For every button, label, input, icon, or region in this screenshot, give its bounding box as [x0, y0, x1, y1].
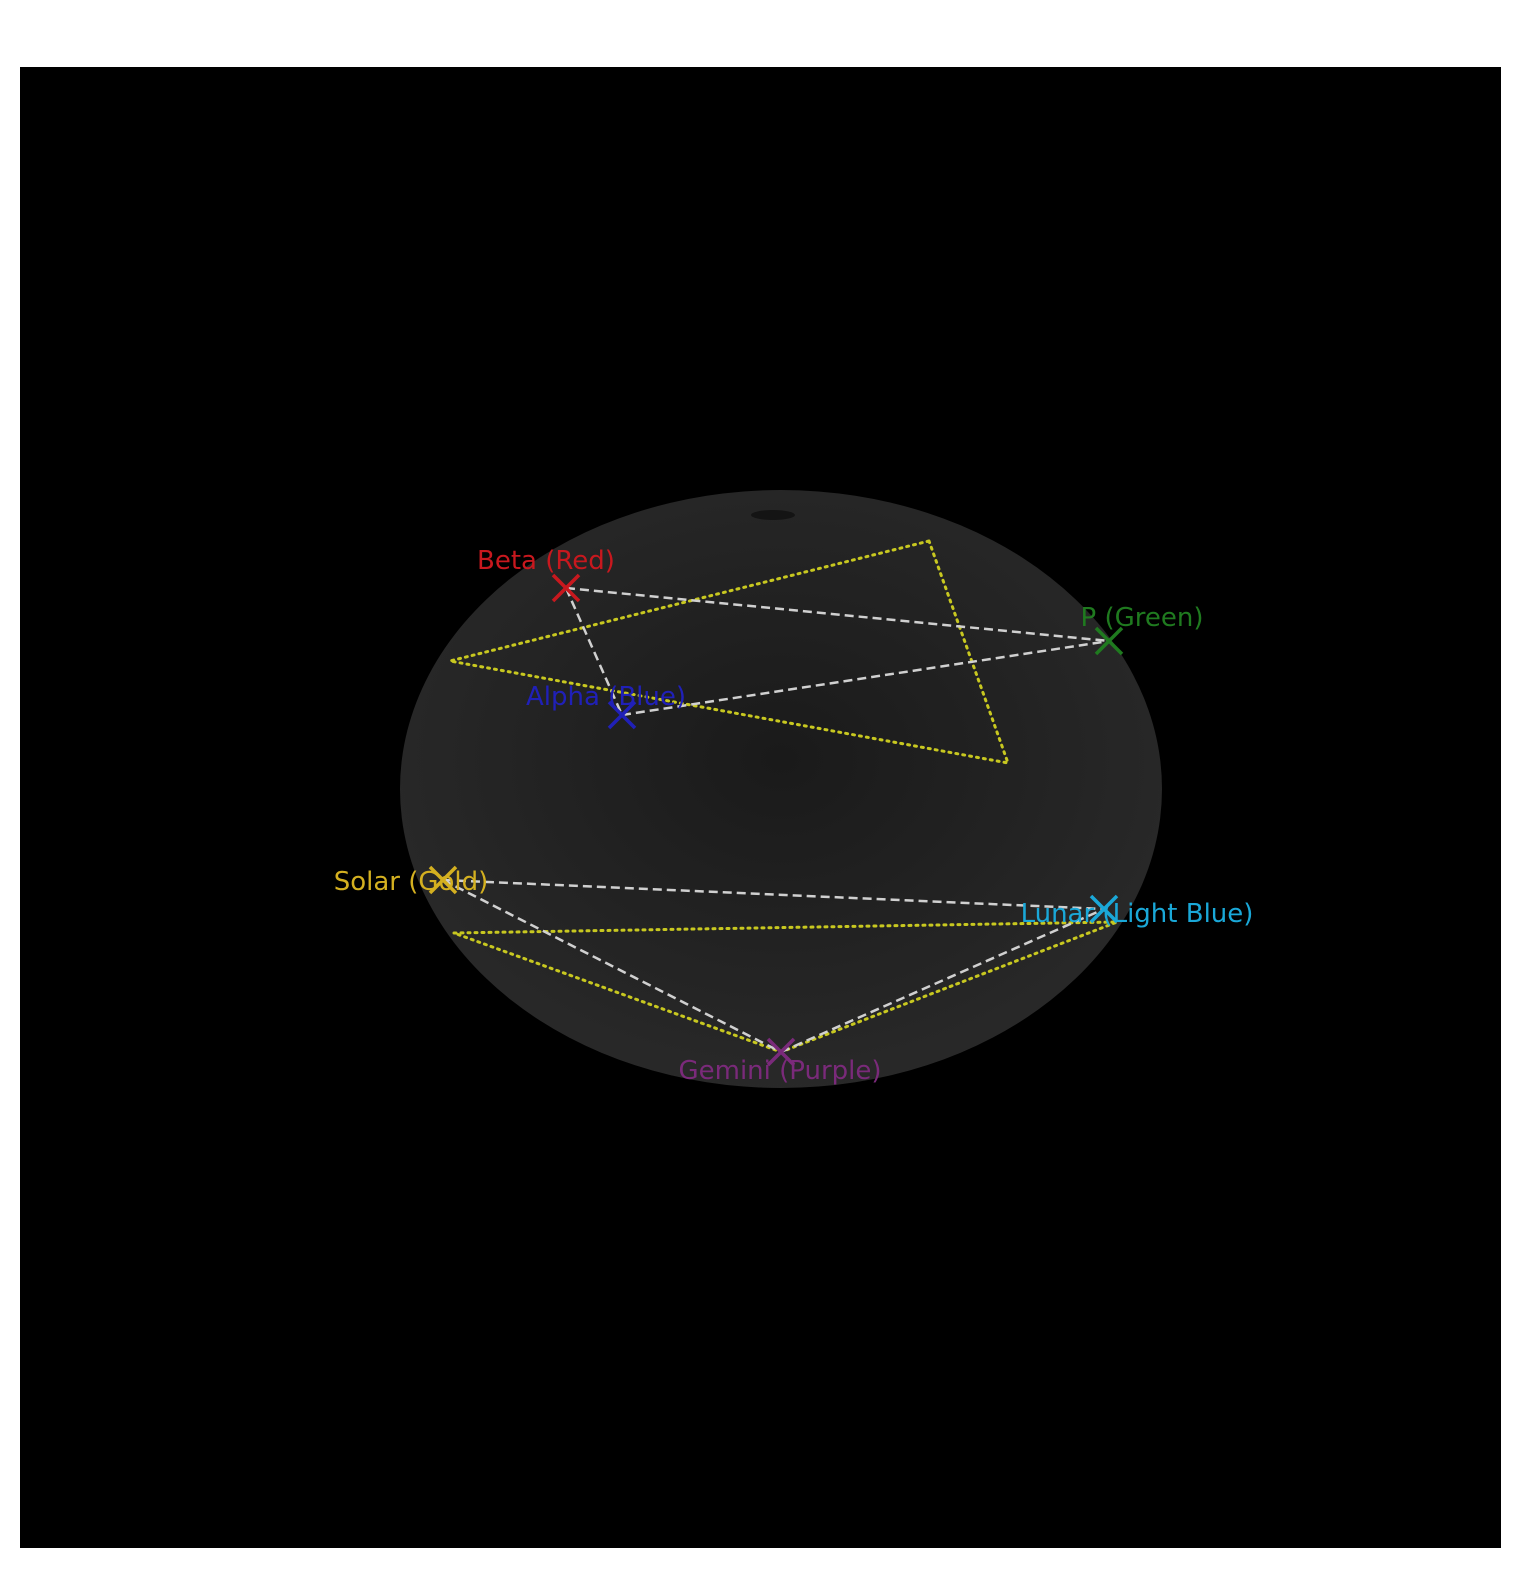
- label-gemini: Gemini (Purple): [678, 1056, 881, 1086]
- planet-disc: [400, 490, 1162, 1088]
- orbit-map: Beta (Red) P (Green) Alpha (Blue) Solar (Go…: [334, 490, 1254, 1088]
- diagram-canvas: Beta (Red) P (Green) Alpha (Blue) Solar (Go…: [20, 67, 1501, 1548]
- label-alpha: Alpha (Blue): [526, 682, 686, 712]
- label-lunar: Lunar (Light Blue): [1021, 899, 1254, 929]
- label-beta: Beta (Red): [477, 546, 615, 576]
- label-green: P (Green): [1081, 603, 1204, 633]
- disc-highlight: [751, 510, 795, 520]
- label-solar: Solar (Gold): [334, 867, 489, 897]
